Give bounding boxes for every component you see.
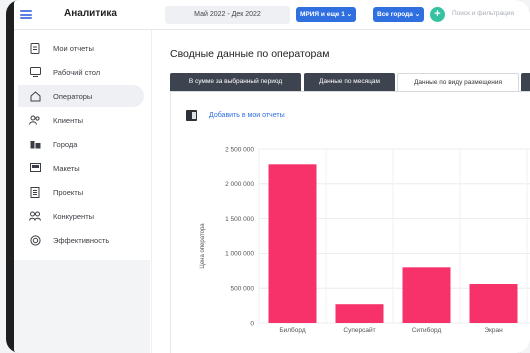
bar — [335, 304, 384, 323]
sidebar-item-label: Мои отчеты — [53, 43, 94, 53]
x-tick-label: Билборд — [279, 326, 305, 334]
app-window: Аналитика Май 2022 - Дек 2022 МРИЯ и еще… — [14, 0, 530, 353]
bar — [268, 164, 317, 323]
competitors-icon — [28, 209, 42, 223]
app-title: Аналитика — [64, 8, 117, 19]
report-icon — [28, 41, 42, 55]
bar — [469, 284, 518, 323]
sidebar-item-clients[interactable]: Клиенты — [18, 109, 144, 131]
y-tick-label: 2 500 000 — [225, 146, 254, 153]
city-filter-chip[interactable]: Все города ⌄ — [373, 7, 425, 22]
y-tick-label: 1 500 000 — [225, 216, 254, 223]
sidebar-item-label: Конкуренты — [53, 211, 95, 221]
sidebar-item-desktop[interactable]: Рабочий стол — [18, 61, 144, 83]
y-axis-title: Цена оператора — [200, 223, 206, 269]
y-tick-label: 0 — [250, 320, 254, 327]
monitor-icon — [28, 65, 42, 79]
bar — [402, 267, 451, 323]
document-icon — [28, 185, 42, 199]
users-icon — [28, 113, 42, 127]
city-icon — [28, 137, 42, 151]
x-tick-label: Суперсайт — [343, 326, 375, 334]
date-range-picker[interactable]: Май 2022 - Дек 2022 — [165, 6, 290, 24]
layout-icon — [28, 161, 42, 175]
sidebar-item-cities[interactable]: Города — [18, 133, 144, 155]
add-filter-button[interactable]: + — [430, 7, 445, 22]
y-tick-label: 2 000 000 — [225, 181, 254, 188]
sidebar-item-operators[interactable]: Операторы — [18, 85, 144, 107]
sidebar-item-label: Макеты — [53, 163, 80, 173]
sidebar-item-label: Клиенты — [53, 115, 84, 125]
home-icon — [28, 89, 42, 103]
sidebar-item-label: Города — [53, 139, 78, 149]
sidebar: Мои отчеты Рабочий стол Операторы Клиент… — [14, 30, 150, 353]
main-content: Сводные данные по операторам В сумме за … — [151, 30, 530, 353]
sidebar-item-label: Эффективность — [53, 235, 110, 245]
menu-icon[interactable] — [20, 10, 32, 19]
sidebar-item-projects[interactable]: Проекты — [18, 181, 144, 203]
sidebar-item-label: Проекты — [53, 187, 84, 197]
top-bar: Аналитика Май 2022 - Дек 2022 МРИЯ и еще… — [14, 0, 530, 30]
bar-chart: 0 500 000 1 000 000 1 500 000 2 000 000 2 500… — [200, 146, 530, 334]
y-tick-label: 500 000 — [231, 286, 255, 293]
sidebar-item-competitors[interactable]: Конкуренты — [18, 205, 144, 227]
sidebar-item-label: Операторы — [53, 91, 93, 101]
operator-filter-chip[interactable]: МРИЯ и еще 1 ⌄ — [296, 7, 357, 22]
x-tick-label: Ситиборд — [412, 326, 442, 334]
y-tick-label: 1 000 000 — [225, 251, 254, 258]
search-input[interactable]: Поиск и фильтрация — [452, 10, 514, 17]
sidebar-item-my-reports[interactable]: Мои отчеты — [18, 37, 144, 59]
target-icon — [28, 233, 42, 247]
sidebar-item-efficiency[interactable]: Эффективность — [18, 229, 144, 251]
x-tick-label: Экран — [484, 327, 503, 334]
device-frame: Аналитика Май 2022 - Дек 2022 МРИЯ и еще… — [6, 0, 530, 353]
sidebar-footer-area — [14, 260, 150, 353]
sidebar-item-label: Рабочий стол — [53, 67, 101, 77]
sidebar-item-layouts[interactable]: Макеты — [18, 157, 144, 179]
